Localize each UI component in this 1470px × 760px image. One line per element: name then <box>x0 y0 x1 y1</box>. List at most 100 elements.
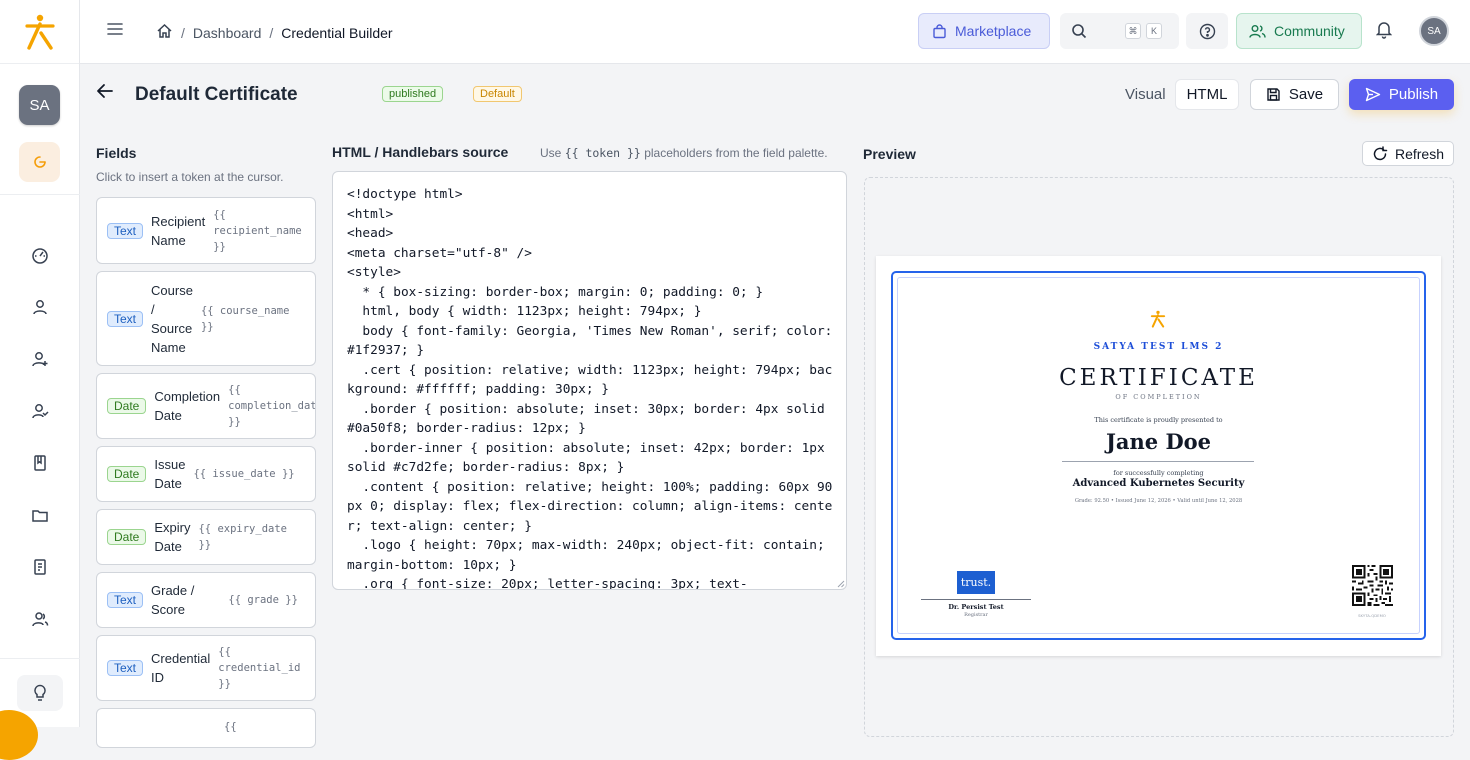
signature-logo: trust. <box>957 571 995 594</box>
community-label: Community <box>1274 23 1345 39</box>
status-badge: published <box>382 86 444 102</box>
sidebar: SA <box>0 0 80 760</box>
lightbulb-icon[interactable] <box>17 675 63 711</box>
field-label: Issue Date <box>154 457 186 491</box>
default-badge: Default <box>473 86 522 102</box>
help-button[interactable] <box>1186 13 1228 49</box>
save-button[interactable]: Save <box>1250 79 1339 110</box>
brand-logo-icon <box>24 14 55 50</box>
search-icon <box>1072 24 1087 39</box>
field-type-badge: Date <box>107 398 147 414</box>
publish-label: Publish <box>1388 86 1439 103</box>
source-code[interactable]: <!doctype html> <html> <head> <meta char… <box>347 185 835 589</box>
certificate-course: Advanced Kubernetes Security <box>1072 478 1245 489</box>
clipboard-list-icon[interactable] <box>29 556 51 578</box>
field-token: {{ credential_id }} <box>218 646 301 690</box>
qr-code-icon <box>1352 565 1393 606</box>
field-item-expiry-date[interactable]: Date Expiry Date {{ expiry_date }} <box>96 509 316 565</box>
field-type-badge: Text <box>107 592 144 608</box>
field-label: Credential ID <box>151 651 211 685</box>
sidebar-divider <box>0 658 80 659</box>
floating-help-button[interactable] <box>0 710 38 760</box>
field-item-partial[interactable]: {{ <box>96 708 316 748</box>
signer-role: Registrar <box>964 612 988 618</box>
user-avatar[interactable]: SA <box>1419 16 1449 46</box>
tab-visual[interactable]: Visual <box>1125 86 1166 103</box>
field-type-badge: Date <box>107 529 147 545</box>
community-button[interactable]: Community <box>1236 13 1362 49</box>
field-item-grade[interactable]: Text Grade / Score {{ grade }} <box>96 572 316 628</box>
folder-icon[interactable] <box>29 504 51 526</box>
search-button[interactable]: ⌘ K <box>1060 13 1179 49</box>
field-item-recipient-name[interactable]: Text Recipient Name {{ recipient_name }} <box>96 197 316 264</box>
html-source-editor[interactable]: <!doctype html> <html> <head> <meta char… <box>332 171 847 590</box>
breadcrumb: / Dashboard / Credential Builder <box>156 23 393 42</box>
save-label: Save <box>1288 86 1324 103</box>
field-item-credential-id[interactable]: Text Credential ID {{ credential_id }} <box>96 635 316 701</box>
tab-html[interactable]: HTML <box>1175 79 1239 110</box>
user-group-icon[interactable] <box>29 608 51 630</box>
signature-line <box>921 599 1031 600</box>
field-label: Course / Source Name <box>151 282 193 355</box>
save-disk-icon <box>1267 88 1280 101</box>
notifications-bell-icon[interactable] <box>1375 20 1393 44</box>
certificate-meta: Grade: 92.50 • Issued June 12, 2026 • Va… <box>1074 498 1243 504</box>
loading-spinner-icon[interactable] <box>19 142 60 182</box>
field-token: {{ course_name }} <box>200 304 290 333</box>
source-hint-token: {{ token }} <box>564 146 641 160</box>
qr-caption: SKYTA-QDEMO <box>1358 613 1386 618</box>
certificate-name-underline <box>1062 461 1254 462</box>
shopping-bag-icon <box>933 23 946 38</box>
field-item-issue-date[interactable]: Date Issue Date {{ issue_date }} <box>96 446 316 502</box>
certificate-for-text: for successfully completing <box>1113 469 1204 477</box>
users-badge-icon[interactable] <box>29 400 51 422</box>
refresh-label: Refresh <box>1394 145 1445 162</box>
book-icon[interactable] <box>29 452 51 474</box>
preview-title: Preview <box>863 146 916 162</box>
users-icon <box>1249 24 1266 38</box>
field-token: {{ issue_date }} <box>193 468 295 480</box>
resize-handle-icon[interactable] <box>836 579 845 588</box>
user-icon[interactable] <box>29 296 51 318</box>
breadcrumb-current: Credential Builder <box>281 24 393 41</box>
certificate-org: SATYA TEST LMS 2 <box>1093 342 1224 352</box>
certificate-subtitle: OF COMPLETION <box>1115 393 1202 401</box>
publish-button[interactable]: Publish <box>1349 79 1454 110</box>
fields-title: Fields <box>96 145 137 161</box>
menu-hamburger-icon[interactable] <box>106 21 124 42</box>
field-token: {{ recipient_name }} <box>213 208 302 253</box>
sidebar-avatar[interactable]: SA <box>19 85 60 125</box>
refresh-button[interactable]: Refresh <box>1362 141 1454 166</box>
field-label: Completion Date <box>154 389 221 423</box>
source-title: HTML / Handlebars source <box>332 144 509 160</box>
top-bar: / Dashboard / Credential Builder Marketp… <box>80 0 1470 64</box>
brand-logo[interactable] <box>0 0 79 64</box>
marketplace-button[interactable]: Marketplace <box>918 13 1050 49</box>
home-icon[interactable] <box>156 23 173 42</box>
breadcrumb-separator: / <box>269 24 274 41</box>
field-label: Recipient Name <box>151 213 206 248</box>
back-arrow-icon[interactable] <box>95 82 115 105</box>
sidebar-divider <box>0 194 80 195</box>
field-label: Grade / Score <box>151 583 195 617</box>
shortcut-key-k: K <box>1146 23 1162 39</box>
certificate-title: CERTIFICATE <box>1059 365 1258 391</box>
breadcrumb-dashboard[interactable]: Dashboard <box>193 25 262 41</box>
field-type-badge: Text <box>107 310 144 327</box>
field-item-completion-date[interactable]: Date Completion Date {{ completion_date … <box>96 373 316 439</box>
certificate-logo-icon <box>1150 310 1166 328</box>
send-icon <box>1365 87 1381 102</box>
source-hint: Use {{ token }} placeholders from the fi… <box>540 146 828 160</box>
field-type-badge: Text <box>107 660 144 676</box>
user-plus-icon[interactable] <box>29 348 51 370</box>
dashboard-gauge-icon[interactable] <box>29 244 51 266</box>
page-header: Default Certificate published Default Vi… <box>80 64 1470 124</box>
breadcrumb-separator: / <box>181 24 185 41</box>
field-item-course-name[interactable]: Text Course / Source Name {{ course_name… <box>96 271 316 366</box>
field-type-badge: Text <box>107 222 144 239</box>
certificate-recipient: Jane Doe <box>1105 429 1212 454</box>
certificate-presented-text: This certificate is proudly presented to <box>1094 416 1223 424</box>
field-label: Expiry Date <box>154 520 191 554</box>
field-token: {{ expiry_date }} <box>198 523 287 551</box>
help-circle-icon <box>1199 23 1215 39</box>
